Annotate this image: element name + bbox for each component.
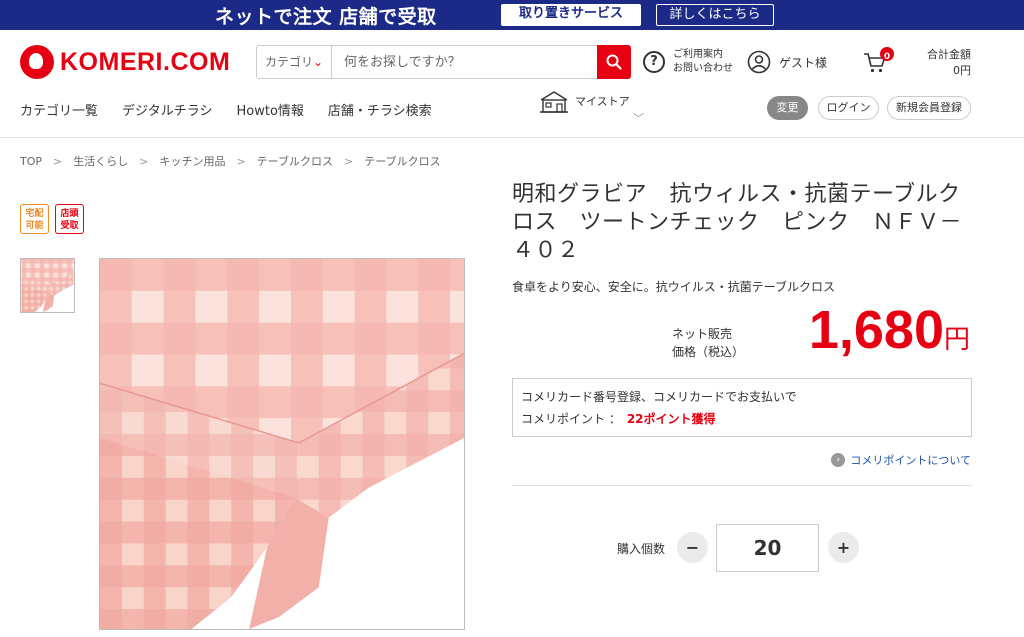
points-box: コメリカード番号登録、コメリカードでお支払いで コメリポイント ： 22ポイント獲… [512,378,972,437]
availability-badges: 宅配 可能 店頭 受取 [20,204,84,234]
product-thumbnail[interactable] [20,258,75,313]
cart-total: 合計金額 0円 [927,47,971,79]
register-button[interactable]: 新規会員登録 [887,96,971,120]
total-value: 0円 [953,64,971,77]
promo-service-label[interactable]: 取り置きサービス [501,4,641,26]
guest-name: ゲスト様 [779,55,828,70]
help-link[interactable]: ? ご利用案内 お問い合わせ [643,48,733,76]
promo-details-button[interactable]: 詳しくはこちら [656,4,774,26]
mystore-label: マイストア [575,95,630,108]
cart-count-badge: 0 [880,47,894,62]
points-info-link-text: コメリポイントについて [850,454,971,467]
search-bar: カテゴリ ⌄ [256,45,631,79]
section-divider [512,485,972,486]
breadcrumb-separator: > [53,154,63,168]
badge-text: 宅配 [25,209,44,219]
badge-text: 可能 [25,221,44,231]
breadcrumb-top[interactable]: TOP [20,155,42,168]
category-select[interactable]: カテゴリ ⌄ [257,46,332,78]
nav-item-categories[interactable]: カテゴリ一覧 [20,100,98,119]
store-pickup-badge: 店頭 受取 [55,204,84,234]
promo-main-text: ネットで注文 店舗で受取 [215,6,437,28]
tablecloth-image [100,259,464,629]
points-label: コメリポイント ： [521,412,621,426]
user-icon [747,50,771,74]
breadcrumb-separator: > [236,154,246,168]
question-icon: ? [643,51,665,73]
chevron-right-icon: › [831,453,846,467]
points-info-link[interactable]: › コメリポイントについて [831,452,971,468]
breadcrumb-kitchen[interactable]: キッチン用品 [159,153,225,169]
breadcrumb: TOP > 生活くらし > キッチン用品 > テーブルクロス > テーブルクロス [20,153,441,169]
chevron-down-icon[interactable]: ﹀ [633,110,644,126]
price-label-line2: 価格（税込） [672,345,745,359]
quantity-decrease-button[interactable]: − [677,532,708,563]
search-icon [606,54,622,70]
total-label: 合計金額 [927,48,971,61]
login-button[interactable]: ログイン [818,96,879,120]
mystore-link[interactable]: マイストア ﹀ [539,90,644,125]
cart-button[interactable]: 0 [863,47,894,74]
account-link[interactable]: ゲスト様 [747,50,827,74]
breadcrumb-tablecloth[interactable]: テーブルクロス [257,153,333,169]
rooster-logo-icon [20,45,54,79]
logo-text: KOMERI.COM [60,47,231,76]
breadcrumb-separator: > [344,154,354,168]
breadcrumb-life[interactable]: 生活くらし [73,153,128,169]
product-main-image[interactable] [99,258,465,630]
points-condition: コメリカード番号登録、コメリカードでお支払いで [521,390,797,404]
delivery-available-badge: 宅配 可能 [20,204,49,234]
product-subtitle: 食卓をより安心、安全に。抗ウイルス・抗菌テーブルクロス [512,280,836,294]
site-logo[interactable]: KOMERI.COM [20,44,230,80]
search-input[interactable] [332,46,597,78]
search-button[interactable] [597,45,631,79]
chevron-down-icon: ⌄ [312,55,323,69]
quantity-increase-button[interactable]: + [828,532,859,563]
price-label: ネット販売 価格（税込） [672,325,744,361]
badge-text: 店頭 [60,209,79,219]
breadcrumb-separator: > [139,154,149,168]
price-value: 1,680 [808,300,944,360]
promo-banner[interactable]: ネットで注文 店舗で受取 取り置きサービス 詳しくはこちら [0,0,1024,30]
product-title: 明和グラビア 抗ウィルス・抗菌テーブルクロス ツートンチェック ピンク ＮＦＶ－… [512,182,963,263]
category-select-label: カテゴリ [265,55,314,69]
nav-item-howto[interactable]: Howto情報 [237,100,304,119]
change-store-button[interactable]: 変更 [767,96,808,120]
header-divider [0,137,1024,138]
points-value: 22ポイント獲得 [626,412,716,426]
nav-item-digital-flyer[interactable]: デジタルチラシ [122,100,212,119]
quantity-input[interactable] [716,524,819,572]
tablecloth-thumbnail-image [21,259,74,312]
main-nav: カテゴリ一覧 デジタルチラシ Howto情報 店舗・チラシ検索 [20,100,456,119]
help-line2: お問い合わせ [673,63,733,74]
breadcrumb-current: テーブルクロス [364,155,441,168]
product-price: 1,680円 [809,300,970,369]
nav-item-store-search[interactable]: 店舗・チラシ検索 [328,100,432,119]
help-line1: ご利用案内 [673,49,723,60]
price-label-line1: ネット販売 [672,327,733,341]
price-unit: 円 [943,324,970,354]
badge-text: 受取 [60,221,79,231]
store-icon [540,91,568,113]
quantity-label: 購入個数 [617,542,666,556]
